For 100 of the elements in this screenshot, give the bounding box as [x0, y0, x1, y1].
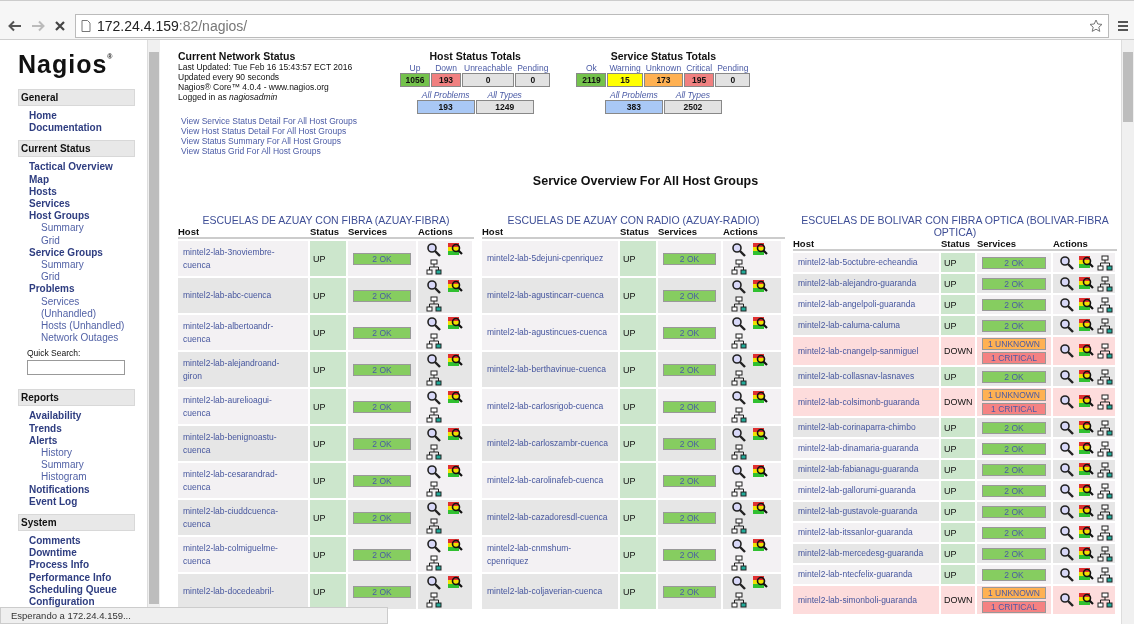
nav-sublink[interactable]: Summary	[18, 222, 135, 235]
search-icon[interactable]	[1059, 275, 1075, 292]
chart-magnifier-icon[interactable]	[752, 316, 768, 332]
host-link[interactable]: mintel2-lab-aurelioagui-cuenca	[183, 393, 287, 420]
host-link[interactable]: mintel2-lab-ciuddcuenca-cuenca	[183, 504, 287, 531]
nav-sublink[interactable]: Summary	[18, 259, 135, 272]
search-icon[interactable]	[1059, 368, 1075, 385]
search-icon[interactable]	[1059, 254, 1075, 271]
network-tree-icon[interactable]	[426, 407, 442, 423]
service-count-badge[interactable]: 2 OK	[663, 289, 716, 302]
search-icon[interactable]	[731, 279, 747, 295]
service-count-badge[interactable]: 2 OK	[982, 526, 1046, 539]
search-icon[interactable]	[731, 464, 747, 480]
host-link[interactable]: mintel2-lab-cnmshum-cpenriquez	[487, 541, 611, 568]
host-link[interactable]: mintel2-lab-cnangelp-sanmiguel	[798, 344, 919, 358]
nav-link[interactable]: Home	[18, 110, 135, 123]
nav-link[interactable]: Alerts	[18, 434, 135, 448]
search-icon[interactable]	[1059, 524, 1075, 541]
host-group-title[interactable]: ESCUELAS DE AZUAY CON FIBRA (AZUAY-FIBRA)	[178, 214, 474, 226]
search-icon[interactable]	[426, 501, 442, 517]
network-tree-icon[interactable]	[731, 259, 747, 275]
view-link[interactable]: View Status Summary For All Host Groups	[181, 136, 400, 146]
host-link[interactable]: mintel2-lab-mercedesg-guaranda	[798, 547, 924, 560]
host-link[interactable]: mintel2-lab-5octubre-echeandia	[798, 256, 918, 269]
totals-label[interactable]: Warning	[607, 63, 643, 73]
chart-magnifier-icon[interactable]	[447, 279, 463, 295]
chart-magnifier-icon[interactable]	[1078, 368, 1094, 385]
chart-magnifier-icon[interactable]	[1078, 440, 1094, 457]
close-icon[interactable]	[54, 20, 66, 32]
service-count-badge[interactable]: 2 OK	[663, 400, 716, 413]
search-icon[interactable]	[426, 427, 442, 443]
chart-magnifier-icon[interactable]	[752, 427, 768, 443]
network-tree-icon[interactable]	[426, 370, 442, 386]
search-icon[interactable]	[731, 538, 747, 554]
nav-link[interactable]: Tactical Overview	[18, 161, 135, 174]
network-tree-icon[interactable]	[1097, 394, 1113, 410]
nav-link[interactable]: Services	[18, 198, 135, 211]
service-count-badge[interactable]: 2 OK	[663, 474, 716, 487]
search-icon[interactable]	[1059, 419, 1075, 436]
search-icon[interactable]	[1059, 296, 1075, 313]
search-icon[interactable]	[426, 390, 442, 406]
totals-label[interactable]: Down	[431, 63, 461, 73]
host-link[interactable]: mintel2-lab-angelpoli-guaranda	[798, 298, 916, 311]
host-link[interactable]: mintel2-lab-itssanlor-guaranda	[798, 526, 913, 539]
service-count-badge[interactable]: 2 OK	[353, 252, 411, 265]
network-tree-icon[interactable]	[731, 481, 747, 497]
totals-label[interactable]: All Problems	[604, 90, 663, 100]
host-link[interactable]: mintel2-lab-colmiguelme-cuenca	[183, 541, 287, 568]
totals-label[interactable]: Unreachable	[462, 63, 515, 73]
nav-link[interactable]: Notifications	[18, 483, 135, 496]
view-link[interactable]: View Service Status Detail For All Host Groups	[181, 116, 400, 126]
network-tree-icon[interactable]	[731, 296, 747, 312]
totals-label[interactable]: Unknown	[643, 63, 684, 73]
nav-link[interactable]: Service Groups	[18, 246, 135, 260]
service-count-badge[interactable]: 2 OK	[663, 363, 716, 376]
search-icon[interactable]	[731, 427, 747, 443]
address-bar[interactable]: 172.24.4.159:82/nagios/	[75, 14, 1109, 38]
sidebar-scrollbar[interactable]	[147, 40, 160, 608]
network-tree-icon[interactable]	[1097, 545, 1113, 562]
chart-magnifier-icon[interactable]	[752, 242, 768, 258]
host-link[interactable]: mintel2-lab-3noviembre-cuenca	[183, 245, 287, 272]
nav-sublink[interactable]: Services	[18, 295, 135, 308]
search-icon[interactable]	[731, 242, 747, 258]
nav-link[interactable]: Availability	[18, 410, 135, 423]
network-tree-icon[interactable]	[1097, 296, 1113, 313]
nav-link[interactable]: Performance Info	[18, 571, 135, 584]
chart-magnifier-icon[interactable]	[1078, 524, 1094, 541]
chart-magnifier-icon[interactable]	[752, 538, 768, 554]
service-count-badge[interactable]: 2 OK	[982, 298, 1046, 311]
search-icon[interactable]	[731, 390, 747, 406]
service-count-badge[interactable]: 2 OK	[982, 442, 1046, 455]
nav-link[interactable]: Documentation	[18, 122, 135, 135]
nav-link[interactable]: Host Groups	[18, 210, 135, 223]
search-icon[interactable]	[731, 575, 747, 591]
network-tree-icon[interactable]	[731, 444, 747, 460]
chart-magnifier-icon[interactable]	[752, 501, 768, 517]
chart-magnifier-icon[interactable]	[447, 390, 463, 406]
host-group-title[interactable]: ESCUELAS DE BOLIVAR CON FIBRA OPTICA (BOLIVAR-FIBRA OPTICA)	[793, 214, 1117, 238]
menu-icon[interactable]	[1118, 20, 1128, 32]
service-count-badge[interactable]: 2 OK	[663, 437, 716, 450]
chart-magnifier-icon[interactable]	[752, 279, 768, 295]
totals-label[interactable]: Pending	[515, 63, 551, 73]
network-tree-icon[interactable]	[426, 444, 442, 460]
service-count-badge[interactable]: 2 OK	[982, 505, 1046, 518]
nav-sublink[interactable]: Summary	[18, 459, 135, 472]
service-count-badge[interactable]: 2 OK	[982, 547, 1046, 560]
search-icon[interactable]	[1059, 394, 1075, 410]
network-tree-icon[interactable]	[426, 296, 442, 312]
search-icon[interactable]	[426, 242, 442, 258]
chart-magnifier-icon[interactable]	[752, 464, 768, 480]
network-tree-icon[interactable]	[731, 333, 747, 349]
host-link[interactable]: mintel2-lab-collasnav-lasnaves	[798, 370, 915, 383]
network-tree-icon[interactable]	[1097, 254, 1113, 271]
chart-magnifier-icon[interactable]	[1078, 296, 1094, 313]
service-count-badge[interactable]: 2 OK	[353, 511, 411, 524]
chart-magnifier-icon[interactable]	[1078, 545, 1094, 562]
service-count-badge[interactable]: 1 UNKNOWN	[982, 587, 1046, 599]
chart-magnifier-icon[interactable]	[1078, 275, 1094, 292]
network-tree-icon[interactable]	[1097, 419, 1113, 436]
host-link[interactable]: mintel2-lab-agustincues-cuenca	[487, 326, 607, 339]
